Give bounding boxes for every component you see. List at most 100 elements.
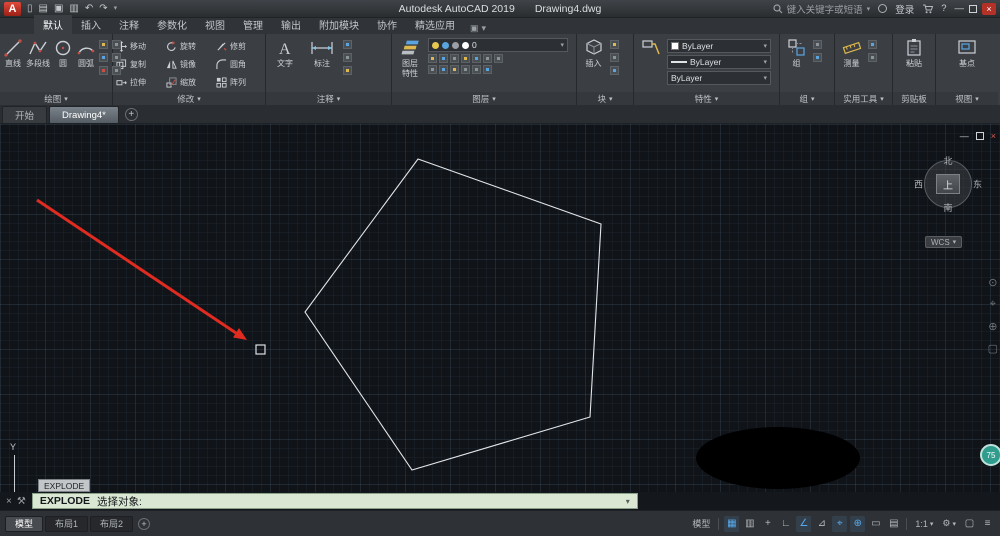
fillet-button[interactable]: 圆角 xyxy=(216,55,264,73)
panel-label-annotate[interactable]: 注释 ▾ xyxy=(266,92,391,105)
stretch-button[interactable]: 拉伸 xyxy=(116,73,164,91)
table-tool-icon[interactable] xyxy=(343,53,352,62)
layout-tab-layout1[interactable]: 布局1 xyxy=(45,515,89,532)
ortho-toggle-icon[interactable]: ∟ xyxy=(778,516,793,532)
layer-match-icon[interactable] xyxy=(472,54,481,63)
layer-walk-icon[interactable] xyxy=(472,65,481,74)
search-caret-icon[interactable]: ▾ xyxy=(867,5,871,13)
ribbon-collapse-icon[interactable]: ▾ xyxy=(482,23,487,34)
viewcube-east[interactable]: 东 xyxy=(973,178,982,191)
command-wrench-icon[interactable]: ⚒ xyxy=(17,496,26,507)
drawing-canvas[interactable]: — × 北 西 东 南 上 WCS ▾ ⊙ ⌖ ⊕ ▢ Y 75 xyxy=(0,124,1000,492)
new-file-icon[interactable]: ▯ xyxy=(27,2,33,16)
group-button[interactable]: 组 xyxy=(783,36,810,68)
paste-button[interactable]: 粘贴 xyxy=(901,36,928,68)
ellipse-tool-icon[interactable] xyxy=(112,40,121,49)
block-editor-tool-icon[interactable] xyxy=(610,66,619,75)
ungroup-tool-icon[interactable] xyxy=(813,40,822,49)
annotation-scale-control[interactable]: 1:1 ▾ xyxy=(912,519,936,529)
viewcube-west[interactable]: 西 xyxy=(914,178,923,191)
autocad-logo[interactable]: A xyxy=(4,1,21,16)
isometric-drafting-icon[interactable]: ⊿ xyxy=(814,516,829,532)
ribbon-tab-manage[interactable]: 管理 xyxy=(234,15,272,34)
settings-gear-control[interactable]: ⚙ ▾ xyxy=(939,518,959,529)
signin-button[interactable]: 登录 xyxy=(895,2,914,16)
redo-icon[interactable]: ↷ xyxy=(99,2,107,16)
pentagon-polyline[interactable] xyxy=(304,158,602,471)
new-layout-button[interactable]: + xyxy=(138,517,151,530)
infer-constraints-icon[interactable]: + xyxy=(760,516,775,532)
layer-state-icon[interactable] xyxy=(494,54,503,63)
undo-icon[interactable]: ↶ xyxy=(85,2,93,16)
layer-current-icon[interactable] xyxy=(461,65,470,74)
measure-button[interactable]: 测量 xyxy=(838,36,865,68)
scale-button[interactable]: 缩放 xyxy=(166,73,214,91)
snap-toggle-icon[interactable]: ▥ xyxy=(742,516,757,532)
mirror-button[interactable]: 镜像 xyxy=(166,55,214,73)
qat-dropdown-icon[interactable]: ▾ xyxy=(114,2,118,16)
viewcube-top-face[interactable]: 上 xyxy=(936,174,960,194)
panel-label-block[interactable]: 块 ▾ xyxy=(577,92,633,105)
move-button[interactable]: 移动 xyxy=(116,37,164,55)
spline-tool-icon[interactable] xyxy=(112,53,121,62)
help-icon[interactable]: ? xyxy=(941,3,946,14)
command-history-caret-icon[interactable]: ▾ xyxy=(626,497,630,506)
dimension-button[interactable]: 标注 xyxy=(304,36,340,68)
leader-tool-icon[interactable] xyxy=(343,40,352,49)
close-icon[interactable]: × xyxy=(982,2,996,15)
doc-close-icon[interactable]: × xyxy=(991,131,996,141)
ribbon-tab-home[interactable]: 默认 xyxy=(34,15,72,34)
layer-off-icon[interactable] xyxy=(428,54,437,63)
match-properties-button[interactable] xyxy=(637,36,664,58)
maximize-icon[interactable] xyxy=(969,4,977,13)
zoom-extents-icon[interactable]: ⊕ xyxy=(988,320,997,333)
print-icon[interactable]: ▥ xyxy=(69,2,78,16)
create-block-tool-icon[interactable] xyxy=(610,40,619,49)
object-snap-tracking-icon[interactable]: ⌖ xyxy=(832,515,848,532)
steering-wheel-icon[interactable]: ⊙ xyxy=(988,276,997,289)
layout-tab-layout2[interactable]: 布局2 xyxy=(90,515,134,532)
command-close-icon[interactable]: × xyxy=(6,496,12,507)
color-dropdown[interactable]: ByLayer ▾ xyxy=(667,39,771,53)
layer-unisolate-icon[interactable] xyxy=(428,65,437,74)
trim-button[interactable]: 修剪 xyxy=(216,37,264,55)
panel-label-groups[interactable]: 组 ▾ xyxy=(780,92,834,105)
mtext-tool-icon[interactable] xyxy=(343,66,352,75)
group-edit-tool-icon[interactable] xyxy=(813,53,822,62)
model-space-toggle[interactable]: 模型 xyxy=(689,517,713,530)
polyline-button[interactable]: 多段线 xyxy=(26,36,50,68)
customization-menu-icon[interactable]: ≡ xyxy=(980,516,995,532)
cart-icon[interactable] xyxy=(922,4,934,14)
ribbon-tab-annotate[interactable]: 注释 xyxy=(110,15,148,34)
layer-unlock-icon[interactable] xyxy=(450,65,459,74)
save-icon[interactable]: ▣ xyxy=(54,2,63,16)
layer-dropdown[interactable]: 0 ▾ xyxy=(428,38,568,52)
id-point-tool-icon[interactable] xyxy=(868,53,877,62)
panel-label-properties[interactable]: 特性 ▾ xyxy=(634,92,779,105)
doc-restore-icon[interactable] xyxy=(975,132,984,140)
ribbon-tab-output[interactable]: 输出 xyxy=(272,15,310,34)
layout-tab-model[interactable]: 模型 xyxy=(5,515,44,532)
layer-lock-tool-icon[interactable] xyxy=(461,54,470,63)
layer-properties-button[interactable]: 图层 特性 xyxy=(395,36,425,78)
copy-button[interactable]: 复制 xyxy=(116,55,164,73)
lineweight-toggle-icon[interactable]: ▭ xyxy=(868,516,883,532)
search-box[interactable]: 键入关键字或短语 ▾ xyxy=(773,2,871,16)
circle-button[interactable]: 圆 xyxy=(53,36,73,68)
rotate-button[interactable]: 旋转 xyxy=(166,37,214,55)
edit-attribute-tool-icon[interactable] xyxy=(610,53,619,62)
panel-label-clipboard[interactable]: 剪贴板 xyxy=(893,92,935,105)
viewcube[interactable]: 北 西 东 南 上 xyxy=(914,154,982,214)
linetype-dropdown[interactable]: ByLayer ▾ xyxy=(667,71,771,85)
quick-select-tool-icon[interactable] xyxy=(868,40,877,49)
viewcube-south[interactable]: 南 xyxy=(943,201,952,214)
layer-thaw-icon[interactable] xyxy=(439,65,448,74)
panel-label-draw[interactable]: 绘图 ▾ xyxy=(0,92,112,105)
pan-icon[interactable]: ⌖ xyxy=(990,298,996,311)
notification-badge[interactable]: 75 xyxy=(980,444,1000,466)
ribbon-tab-view[interactable]: 视图 xyxy=(196,15,234,34)
base-view-button[interactable]: 基点 xyxy=(954,36,981,68)
layer-merge-icon[interactable] xyxy=(483,65,492,74)
wcs-dropdown[interactable]: WCS ▾ xyxy=(925,236,963,248)
fullscreen-icon[interactable]: ▢ xyxy=(962,516,977,532)
